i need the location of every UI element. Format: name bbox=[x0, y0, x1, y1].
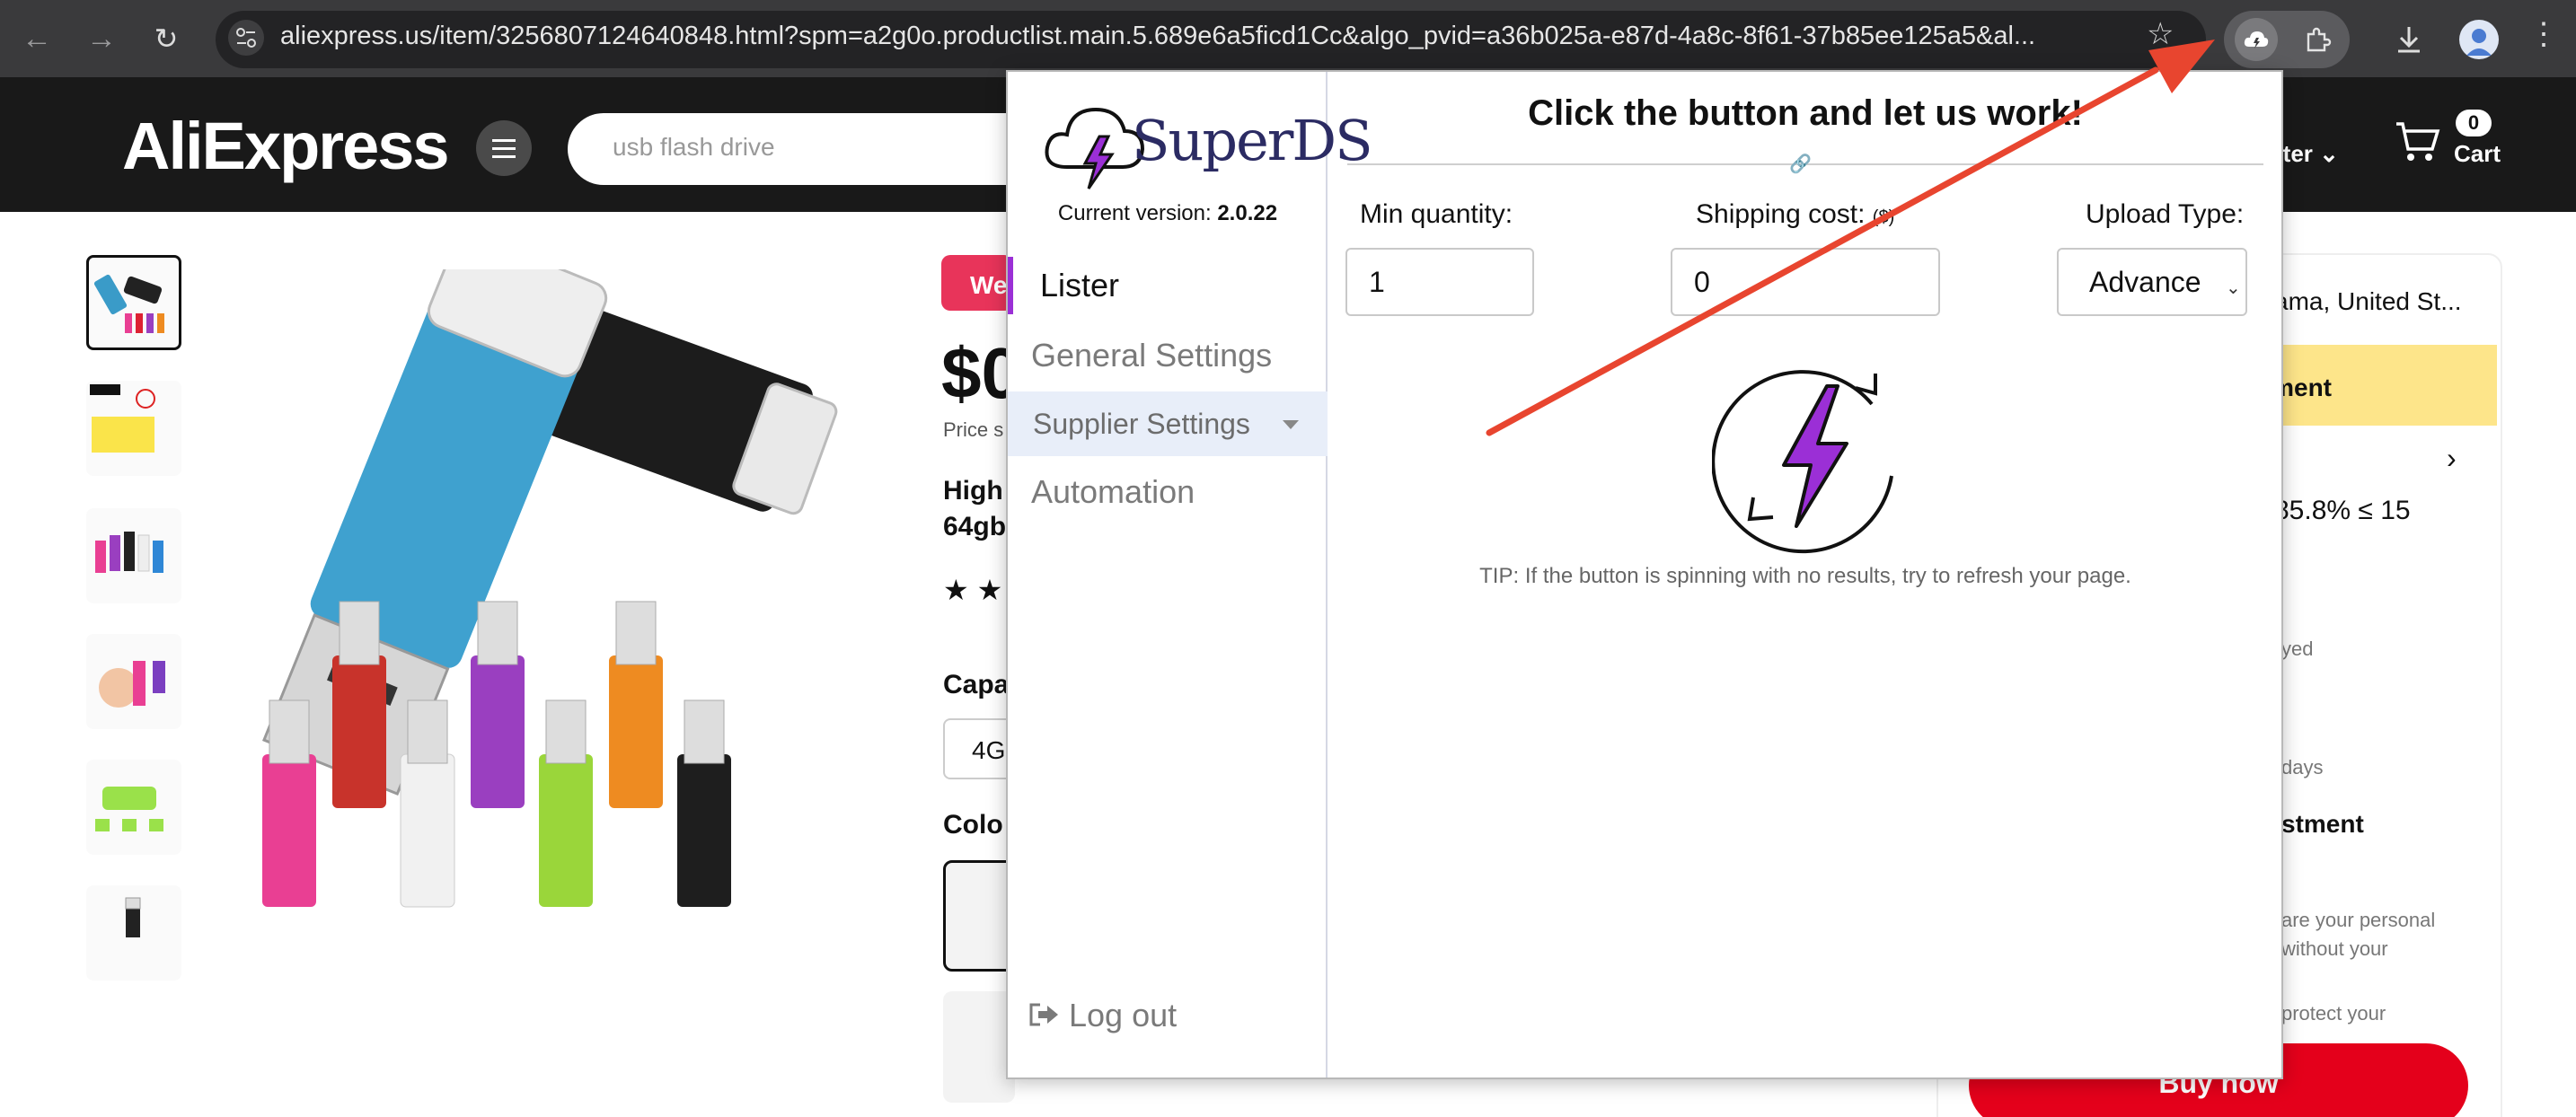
back-icon[interactable]: ← bbox=[18, 20, 56, 57]
nav-supplier-settings[interactable]: Supplier Settings bbox=[1008, 391, 1328, 456]
product-title-line2: 64gb bbox=[943, 512, 1007, 541]
puzzle-icon[interactable] bbox=[2296, 18, 2339, 61]
screen: ← → ↻ aliexpress.us/item/325680712464084… bbox=[0, 0, 2576, 1117]
superds-sidebar: SuperDS Current version: 2.0.22 Lister G… bbox=[1008, 72, 1373, 1077]
price-note: Price s bbox=[943, 418, 1004, 441]
panel-title: Click the button and let us work! bbox=[1528, 93, 2083, 133]
shipping-cost-label: Shipping cost: ($) bbox=[1696, 199, 1894, 230]
color-option-purple[interactable] bbox=[943, 860, 1015, 972]
forward-icon[interactable]: → bbox=[83, 20, 120, 57]
search-placeholder: usb flash drive bbox=[613, 133, 775, 161]
link-icon[interactable]: 🔗 bbox=[1789, 153, 1812, 175]
logout-button[interactable]: Log out bbox=[1028, 997, 1177, 1034]
superds-popup: SuperDS Current version: 2.0.22 Lister G… bbox=[1006, 70, 2283, 1079]
version-number: 2.0.22 bbox=[1217, 201, 1278, 225]
version-label: Current version: bbox=[1057, 201, 1212, 225]
capacity-option[interactable]: 4G bbox=[943, 718, 1015, 779]
shipping-cost-input[interactable]: 0 bbox=[1671, 248, 1940, 316]
aliexpress-logo[interactable]: AliExpress bbox=[122, 108, 450, 184]
logout-label: Log out bbox=[1069, 997, 1178, 1033]
cart-label[interactable]: Cart bbox=[2454, 140, 2501, 168]
privacy-text-2: without your bbox=[2281, 937, 2388, 960]
chevron-right-icon[interactable]: › bbox=[2447, 442, 2457, 475]
product-thumbnail[interactable] bbox=[86, 381, 181, 476]
delay-note: yed bbox=[2281, 638, 2314, 660]
url-text[interactable]: aliexpress.us/item/3256807124640848.html… bbox=[280, 22, 2113, 57]
select-chevron-icon: ⌄ bbox=[2226, 278, 2241, 298]
star-icon[interactable]: ☆ bbox=[2147, 16, 2174, 52]
adjustment-label: stment bbox=[2281, 810, 2364, 838]
upload-type-select[interactable]: Advance bbox=[2057, 248, 2247, 316]
download-icon[interactable] bbox=[2389, 20, 2429, 59]
more-icon[interactable]: ⋮ bbox=[2526, 16, 2562, 52]
product-thumbnail[interactable] bbox=[86, 760, 181, 855]
days-note: days bbox=[2281, 756, 2324, 778]
nav-automation-label: Automation bbox=[1031, 473, 1195, 510]
nav-general-settings[interactable]: General Settings bbox=[1008, 323, 1328, 388]
product-main-image[interactable] bbox=[251, 269, 916, 970]
logout-icon bbox=[1029, 1003, 1058, 1026]
shipping-unit: ($) bbox=[1872, 207, 1895, 227]
superds-main-panel: Click the button and let us work! 🔗 Min … bbox=[1328, 72, 2283, 1077]
ship-to-location[interactable]: ama, United St... bbox=[2274, 287, 2462, 316]
product-title: High bbox=[943, 476, 1003, 506]
tip-text: TIP: If the button is spinning with no r… bbox=[1479, 564, 2131, 588]
product-thumbnail[interactable] bbox=[86, 634, 181, 729]
cart-icon[interactable] bbox=[2393, 117, 2441, 165]
category-menu-icon[interactable] bbox=[476, 120, 532, 176]
nav-lister-label: Lister bbox=[1040, 267, 1120, 303]
color-option-red[interactable] bbox=[943, 991, 1015, 1103]
min-quantity-input[interactable]: 1 bbox=[1345, 248, 1534, 316]
reload-icon[interactable]: ↻ bbox=[147, 20, 185, 57]
cart-count-badge: 0 bbox=[2456, 110, 2492, 136]
caret-down-icon bbox=[1283, 420, 1299, 429]
rating-stars[interactable]: ★ ★ bbox=[943, 573, 1002, 607]
nav-general-label: General Settings bbox=[1031, 337, 1273, 374]
nav-automation[interactable]: Automation bbox=[1008, 460, 1328, 524]
promo-badge: We bbox=[941, 255, 1013, 311]
site-info-icon[interactable] bbox=[228, 20, 264, 56]
profile-avatar[interactable] bbox=[2459, 20, 2499, 59]
superds-extension-icon[interactable] bbox=[2235, 18, 2278, 61]
upload-type-label: Upload Type: bbox=[2086, 199, 2245, 229]
capacity-label: Capa bbox=[943, 670, 1010, 699]
nav-supplier-label: Supplier Settings bbox=[1033, 408, 1250, 440]
min-quantity-label: Min quantity: bbox=[1360, 199, 1513, 229]
privacy-text-1: are your personal bbox=[2281, 909, 2436, 931]
on-time-rate: 85.8% ≤ 15 bbox=[2274, 496, 2411, 525]
product-thumbnail[interactable] bbox=[86, 255, 181, 350]
version-line: Current version: 2.0.22 bbox=[1008, 201, 1328, 226]
privacy-text-3: protect your bbox=[2281, 1002, 2386, 1025]
nav-lister[interactable]: Lister bbox=[1008, 253, 1328, 318]
shipping-cost-text: Shipping cost: bbox=[1696, 199, 1866, 229]
color-label: Colo bbox=[943, 810, 1003, 840]
run-lister-button[interactable] bbox=[1712, 350, 1919, 557]
product-thumbnail[interactable] bbox=[86, 885, 181, 981]
product-thumbnail[interactable] bbox=[86, 508, 181, 603]
